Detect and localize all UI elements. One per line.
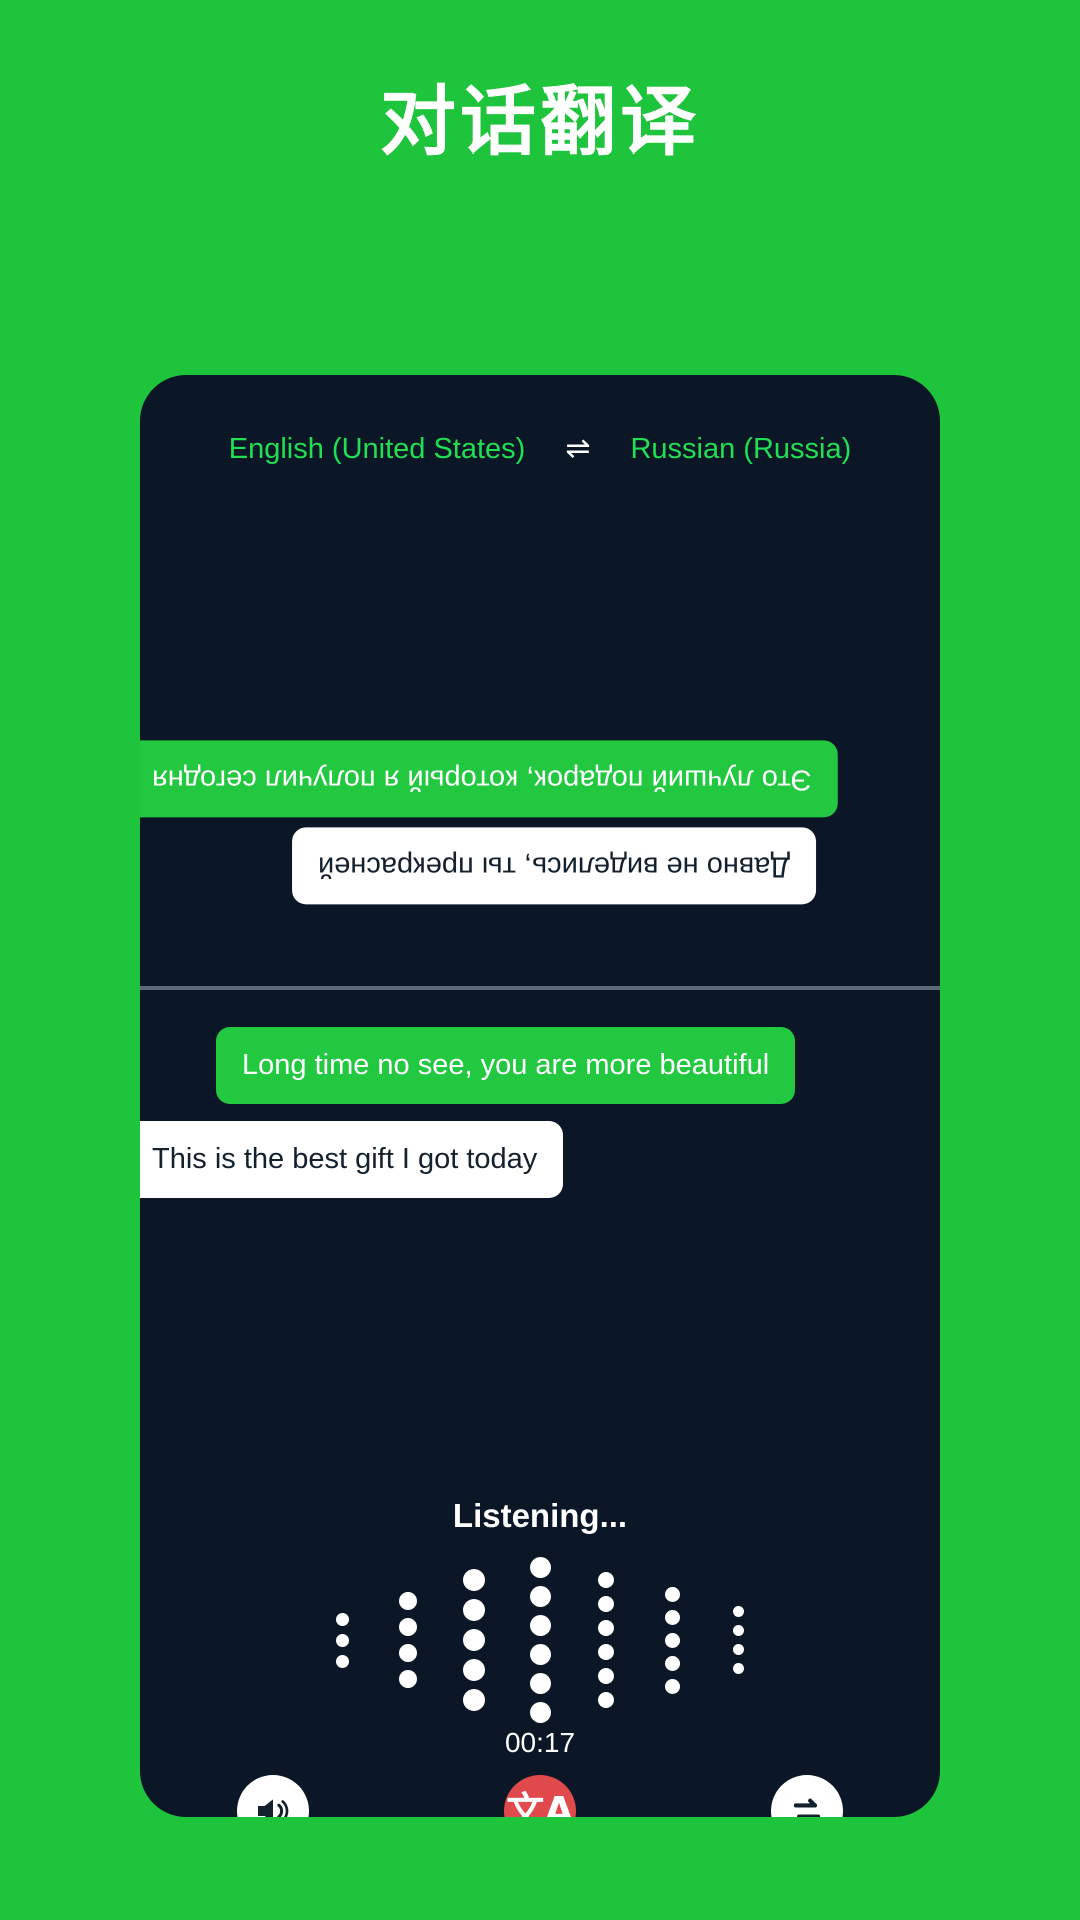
- repeat-swap-icon: [770, 1775, 843, 1817]
- waveform-dot: [598, 1668, 614, 1684]
- waveform-dot: [529, 1644, 551, 1665]
- waveform-dot: [664, 1655, 680, 1671]
- control-bar: Speaker is on 文A Quit Toggle: [140, 1775, 940, 1817]
- language-bar: English (United States) ⇌ Russian (Russi…: [140, 423, 940, 475]
- conversation-pane-rotated: Это лучший подарок, который я получил се…: [140, 475, 940, 987]
- waveform-dot: [335, 1633, 349, 1647]
- waveform-dot: [598, 1692, 614, 1708]
- phone-mockup-frame: English (United States) ⇌ Russian (Russi…: [140, 375, 940, 1817]
- waveform-dot: [598, 1620, 614, 1636]
- source-language-selector[interactable]: English (United States): [229, 433, 526, 466]
- waveform-dot: [664, 1609, 680, 1625]
- pane-divider: [140, 986, 940, 990]
- waveform-dot: [598, 1572, 614, 1588]
- waveform-dot: [335, 1612, 349, 1626]
- recording-timer: 00:17: [504, 1727, 576, 1758]
- waveform-dot: [399, 1644, 417, 1662]
- waveform-dot: [598, 1596, 614, 1612]
- waveform-column: [507, 1550, 573, 1730]
- waveform-dot: [664, 1632, 680, 1648]
- waveform-dot: [529, 1673, 551, 1694]
- waveform-dot: [463, 1659, 485, 1681]
- waveform-dot: [664, 1586, 680, 1602]
- waveform-dot: [732, 1606, 744, 1617]
- translate-glyph: 文A: [506, 1789, 574, 1817]
- waveform-column: [375, 1550, 441, 1730]
- listening-status: Listening...: [452, 1497, 628, 1534]
- waveform-column: [441, 1550, 507, 1730]
- waveform-dot: [529, 1615, 551, 1636]
- page-title: 对话翻译: [380, 77, 700, 166]
- waveform-dot: [529, 1557, 551, 1578]
- waveform-dot: [732, 1663, 744, 1674]
- toggle-button[interactable]: Toggle: [697, 1775, 917, 1817]
- waveform-dot: [529, 1702, 551, 1723]
- message-bubble[interactable]: Long time no see, you are more beautiful: [216, 1027, 796, 1105]
- message-bubble[interactable]: Давно не виделись, ты прекрасней: [292, 827, 817, 905]
- waveform-column: [705, 1550, 771, 1730]
- waveform-dot: [463, 1599, 485, 1621]
- swap-horizontal-icon[interactable]: ⇌: [565, 434, 590, 464]
- waveform-column: [309, 1550, 375, 1730]
- waveform-column: [573, 1550, 639, 1730]
- waveform-dot: [399, 1670, 417, 1688]
- waveform-dot: [335, 1654, 349, 1668]
- waveform-dot: [399, 1592, 417, 1610]
- waveform-dot: [463, 1629, 485, 1651]
- audio-waveform-visualizer: [140, 1550, 940, 1730]
- message-bubble[interactable]: Это лучший подарок, который я получил се…: [140, 740, 838, 818]
- speaker-on-icon: [237, 1775, 310, 1817]
- target-language-selector[interactable]: Russian (Russia): [630, 433, 851, 466]
- conversation-pane-normal: Long time no see, you are more beautiful…: [140, 992, 940, 1332]
- waveform-dot: [529, 1586, 551, 1607]
- waveform-dot: [732, 1644, 744, 1655]
- waveform-dot: [399, 1618, 417, 1636]
- speaker-button[interactable]: Speaker is on: [163, 1775, 383, 1817]
- quit-button[interactable]: 文A Quit: [430, 1775, 650, 1817]
- waveform-dot: [463, 1689, 485, 1711]
- message-bubble[interactable]: This is the best gift I got today: [140, 1121, 564, 1199]
- waveform-column: [639, 1550, 705, 1730]
- waveform-dot: [598, 1644, 614, 1660]
- waveform-dot: [732, 1625, 744, 1636]
- translate-icon: 文A: [503, 1775, 576, 1817]
- waveform-dot: [463, 1569, 485, 1591]
- waveform-dot: [664, 1678, 680, 1694]
